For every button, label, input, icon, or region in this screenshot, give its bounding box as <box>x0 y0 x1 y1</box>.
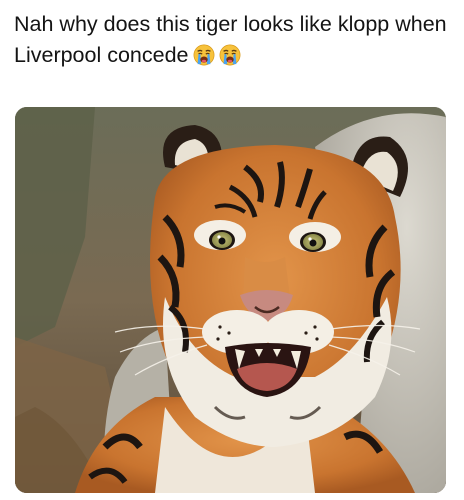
right-eye <box>300 232 326 252</box>
left-eye <box>209 230 235 250</box>
loudly-crying-face-icon <box>193 44 214 66</box>
tiger-illustration <box>15 107 446 493</box>
meme-post: Nah why does this tiger looks like klopp… <box>0 0 464 500</box>
tiger-photo <box>15 107 446 493</box>
loudly-crying-face-icon <box>219 44 240 66</box>
post-caption: Nah why does this tiger looks like klopp… <box>14 9 454 71</box>
